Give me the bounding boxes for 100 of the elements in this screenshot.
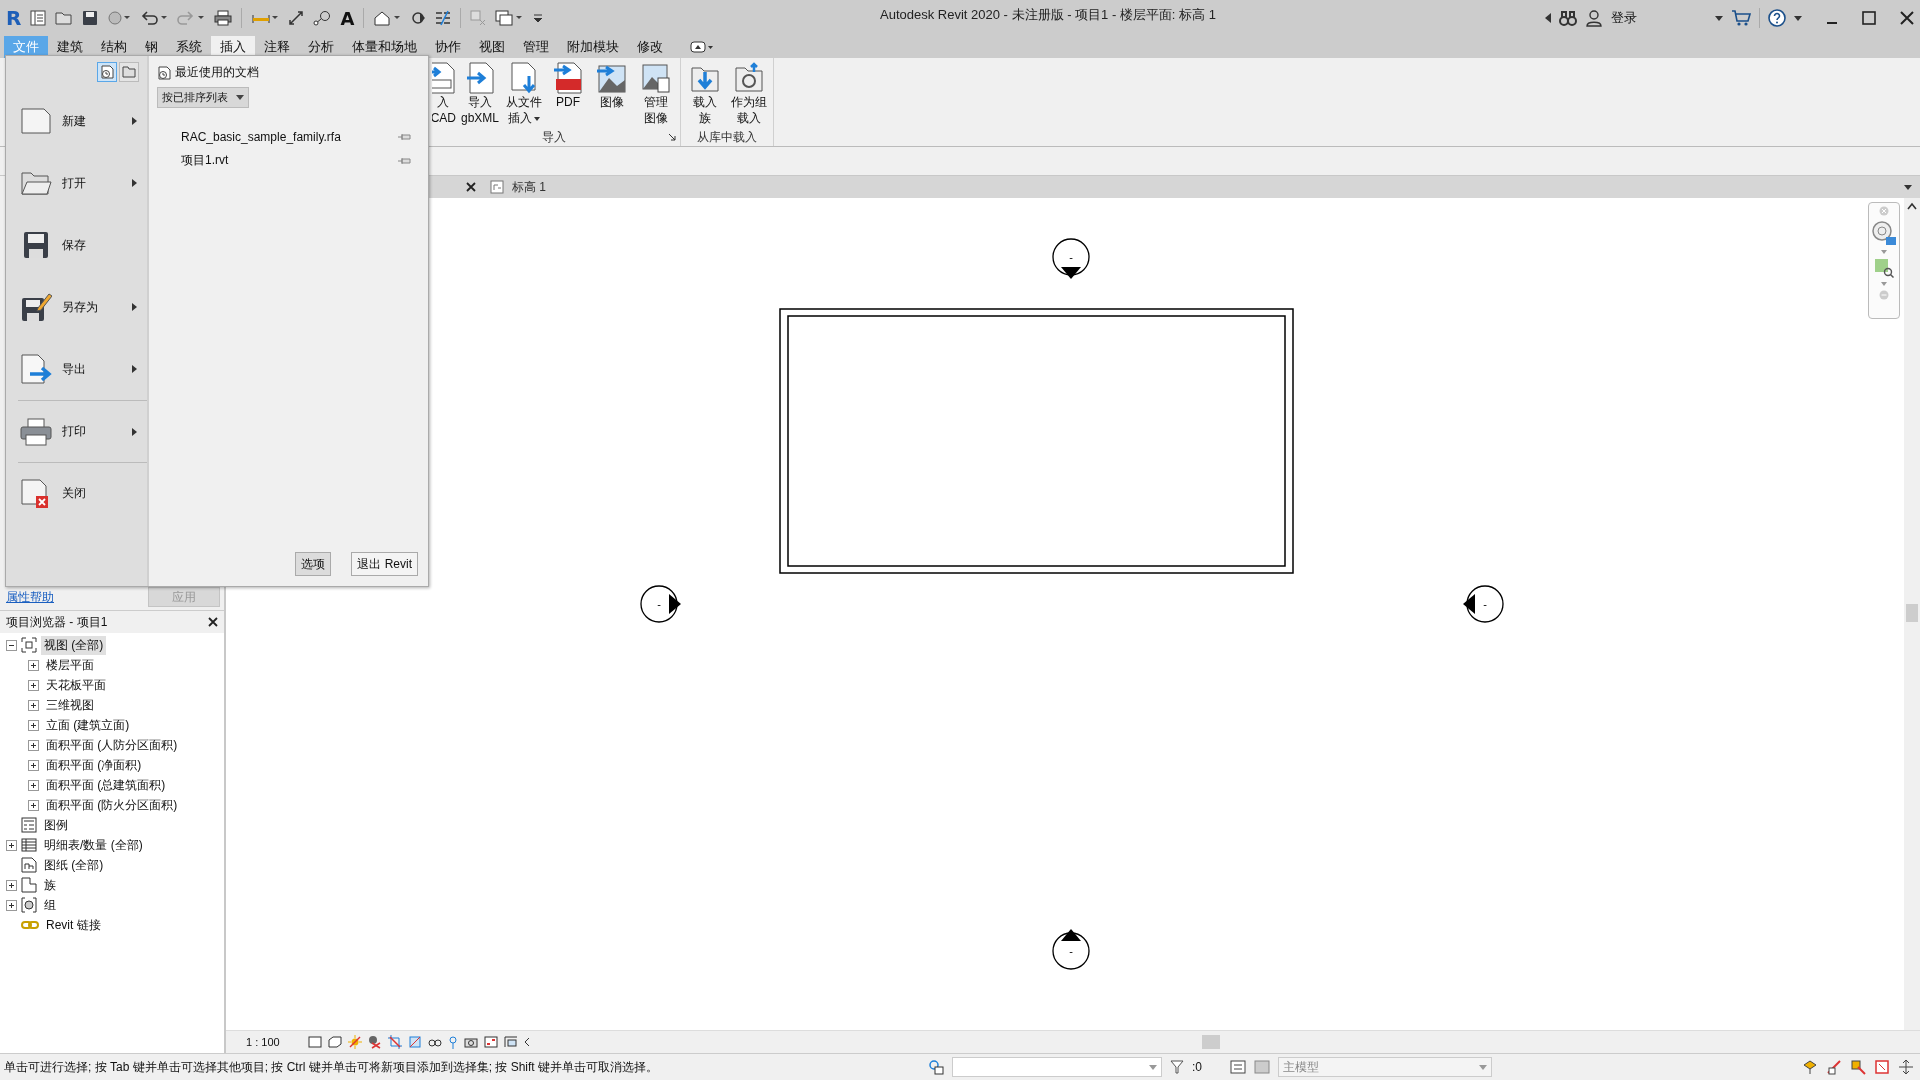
tree-item[interactable]: 明细表/数量 (全部) bbox=[41, 835, 146, 855]
tree-item[interactable]: 天花板平面 bbox=[43, 675, 109, 695]
caret-down-icon[interactable] bbox=[1794, 15, 1802, 21]
exit-button[interactable]: 退出 Revit bbox=[351, 552, 418, 576]
steering-wheel-icon[interactable] bbox=[1871, 220, 1897, 246]
user-icon[interactable] bbox=[1585, 9, 1603, 27]
menu-item[interactable]: 关闭 bbox=[18, 462, 147, 524]
binoculars-icon[interactable] bbox=[1559, 10, 1577, 26]
menu-item[interactable]: 导出 bbox=[6, 338, 147, 400]
ribbon-tab[interactable]: 结构 bbox=[92, 36, 136, 58]
cart-icon[interactable] bbox=[1731, 9, 1751, 27]
ribbon-button[interactable]: 从文件 插入 bbox=[504, 60, 544, 128]
expand-icon[interactable] bbox=[28, 799, 39, 811]
tree-item[interactable]: Revit 链接 bbox=[43, 915, 104, 935]
crop-view-icon[interactable] bbox=[388, 1035, 402, 1049]
expand-icon[interactable] bbox=[6, 899, 17, 911]
section-icon[interactable] bbox=[410, 10, 427, 26]
caret-left-icon[interactable] bbox=[524, 1037, 530, 1047]
shadows-icon[interactable] bbox=[368, 1035, 382, 1049]
ribbon-tab[interactable]: 钢 bbox=[136, 36, 167, 58]
ribbon-button[interactable]: PDF bbox=[548, 60, 588, 128]
sign-in-button[interactable]: 登录 bbox=[1611, 9, 1637, 27]
tree-item[interactable]: 组 bbox=[41, 895, 59, 915]
sun-icon[interactable] bbox=[348, 1035, 362, 1049]
pin-icon[interactable] bbox=[398, 132, 412, 142]
ribbon-tab[interactable]: 视图 bbox=[470, 36, 514, 58]
menu-item[interactable]: 保存 bbox=[6, 214, 147, 276]
ribbon-tab[interactable]: 体量和场地 bbox=[343, 36, 426, 58]
underlay-select-icon[interactable] bbox=[1826, 1059, 1842, 1075]
drag-elements-icon[interactable] bbox=[1898, 1059, 1914, 1075]
caret-left-icon[interactable] bbox=[1545, 13, 1551, 23]
panel-toggle-icon[interactable] bbox=[690, 41, 714, 53]
close-icon[interactable] bbox=[208, 617, 218, 627]
tree-item[interactable]: 族 bbox=[41, 875, 59, 895]
expand-icon[interactable] bbox=[6, 839, 17, 851]
recent-file-item[interactable]: RAC_basic_sample_family.rfa bbox=[181, 130, 398, 144]
visual-style-icon[interactable] bbox=[328, 1036, 342, 1048]
pin-icon[interactable] bbox=[398, 155, 412, 166]
expand-icon[interactable] bbox=[28, 739, 39, 751]
pin-icon[interactable] bbox=[448, 1035, 458, 1049]
tree-item[interactable]: 视图 (全部) bbox=[41, 635, 107, 655]
tree-item[interactable]: 图纸 (全部) bbox=[41, 855, 107, 875]
tree-item[interactable]: 面积平面 (防火分区面积) bbox=[43, 795, 181, 815]
ribbon-tab[interactable]: 修改 bbox=[628, 36, 672, 58]
menu-item[interactable]: 打印 bbox=[18, 400, 147, 462]
ribbon-button[interactable]: 导入 gbXML bbox=[460, 60, 500, 128]
menu-item[interactable]: 新建 bbox=[6, 90, 147, 152]
ribbon-button[interactable]: 作为组 载入 bbox=[729, 60, 769, 128]
tree-item[interactable]: 立面 (建筑立面) bbox=[43, 715, 133, 735]
tree-item[interactable]: 面积平面 (总建筑面积) bbox=[43, 775, 169, 795]
elevation-marker[interactable]: - bbox=[640, 585, 681, 623]
zoom-region-icon[interactable] bbox=[1874, 258, 1894, 278]
expand-icon[interactable] bbox=[28, 719, 39, 731]
dimension-icon[interactable] bbox=[288, 10, 305, 26]
tag-icon[interactable] bbox=[313, 10, 332, 26]
open-folder-icon[interactable] bbox=[55, 10, 74, 26]
help-icon[interactable] bbox=[1768, 9, 1786, 27]
ribbon-tab[interactable]: 建筑 bbox=[48, 36, 92, 58]
sort-dropdown[interactable]: 按已排序列表 bbox=[157, 87, 249, 108]
view-tab[interactable]: 标高 1 bbox=[484, 176, 558, 198]
undo-icon[interactable] bbox=[140, 10, 169, 26]
expand-icon[interactable] bbox=[28, 679, 39, 691]
collapse-icon[interactable] bbox=[6, 639, 17, 651]
tree-item[interactable]: 图例 bbox=[41, 815, 71, 835]
house-icon[interactable] bbox=[373, 10, 402, 26]
expand-icon[interactable] bbox=[28, 779, 39, 791]
ribbon-tab[interactable]: 附加模块 bbox=[558, 36, 628, 58]
ribbon-tab[interactable]: 系统 bbox=[167, 36, 211, 58]
scroll-up-icon[interactable] bbox=[1907, 202, 1917, 210]
close-icon[interactable] bbox=[1900, 11, 1914, 25]
link-select-icon[interactable] bbox=[1802, 1059, 1818, 1075]
scrollbar-thumb[interactable] bbox=[1906, 604, 1918, 622]
text-tool-icon[interactable]: A bbox=[340, 7, 355, 29]
thin-lines-icon[interactable] bbox=[435, 10, 452, 26]
maximize-icon[interactable] bbox=[1862, 11, 1876, 25]
recent-file-item[interactable]: 项目1.rvt bbox=[181, 152, 398, 169]
elevation-marker[interactable]: - bbox=[1052, 238, 1090, 279]
open-documents-toggle[interactable] bbox=[119, 62, 139, 82]
ribbon-tab[interactable]: 协作 bbox=[426, 36, 470, 58]
pinned-select-icon[interactable] bbox=[1850, 1059, 1866, 1075]
constraints-icon[interactable] bbox=[504, 1036, 518, 1048]
ribbon-tab[interactable]: 管理 bbox=[514, 36, 558, 58]
analysis-icon[interactable] bbox=[484, 1036, 498, 1048]
menu-item[interactable]: 另存为 bbox=[6, 276, 147, 338]
menu-item[interactable]: 打开 bbox=[6, 152, 147, 214]
save-icon[interactable] bbox=[82, 10, 99, 26]
tree-item[interactable]: 楼层平面 bbox=[43, 655, 97, 675]
ribbon-button[interactable]: 管理 图像 bbox=[636, 60, 676, 128]
expand-icon[interactable] bbox=[28, 659, 39, 671]
scrollbar-thumb[interactable] bbox=[1202, 1035, 1220, 1049]
camera-icon[interactable] bbox=[464, 1036, 478, 1048]
expand-icon[interactable] bbox=[28, 699, 39, 711]
recent-documents-toggle[interactable] bbox=[97, 62, 117, 82]
ribbon-tab[interactable]: 注释 bbox=[255, 36, 299, 58]
app-logo[interactable]: R bbox=[6, 6, 22, 30]
print-icon[interactable] bbox=[214, 10, 233, 26]
properties-help-link[interactable]: 属性帮助 bbox=[6, 588, 54, 606]
vertical-scrollbar[interactable] bbox=[1904, 198, 1920, 1030]
ribbon-tab[interactable]: 分析 bbox=[299, 36, 343, 58]
caret-down-icon[interactable] bbox=[1904, 184, 1912, 190]
